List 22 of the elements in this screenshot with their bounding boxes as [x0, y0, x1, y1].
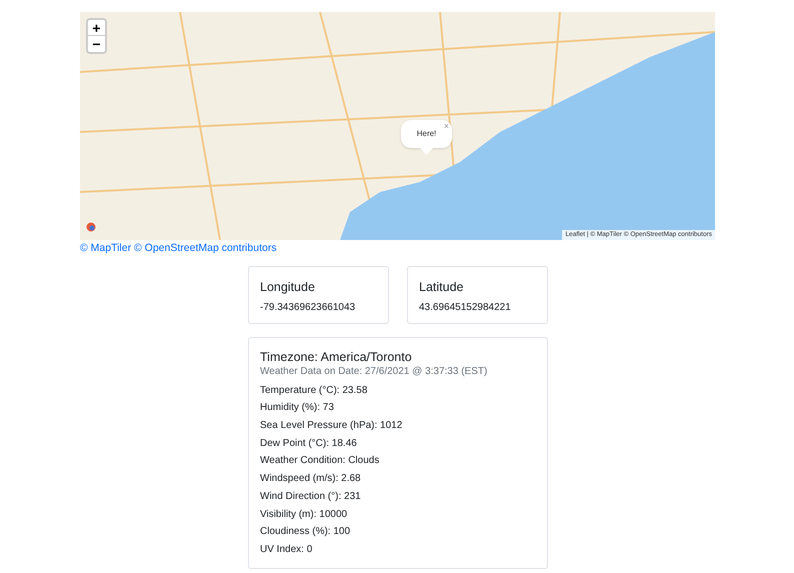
popup-text: Here!	[416, 128, 436, 140]
logo-icon	[86, 222, 96, 232]
zoom-button[interactable]: −	[88, 36, 105, 52]
weather-row-text: Temperature (°C): 23.58	[260, 384, 368, 397]
weather-row-text: Sea Level Pressure (hPa): 1012	[260, 419, 404, 432]
weather-row-text: Wind Direction (°): 231	[260, 490, 362, 503]
card-subtitle: Weather Data on Date: 27/6/2021 @ 3:37:33 (EST)	[260, 365, 488, 379]
weather-row-text: Dew Point (°C): 18.46	[260, 436, 358, 450]
weather-row-text: Windspeed (m/s): 2.68	[260, 472, 362, 486]
card-title: Latitude	[419, 279, 464, 295]
card-title: Timezone: America/Toronto	[260, 349, 413, 365]
card-value: -79.34369623661043	[260, 301, 356, 314]
popup-tip	[420, 148, 433, 155]
weather-row-text: Weather Condition: Clouds	[260, 454, 380, 468]
zoom-button[interactable]: +	[88, 20, 105, 36]
weather-row-text: Visibility (m): 10000	[260, 508, 348, 520]
card-title: Longitude	[260, 279, 316, 295]
card-value: 43.69645152984221	[419, 301, 512, 314]
weather-row-text: Cloudiness (%): 100	[260, 525, 352, 538]
weather-row-text: UV Index: 0	[260, 542, 314, 556]
credit-link[interactable]: © MapTiler © OpenStreetMap contributors	[80, 241, 714, 255]
weather-row-text: Humidity (%): 73	[260, 401, 335, 414]
